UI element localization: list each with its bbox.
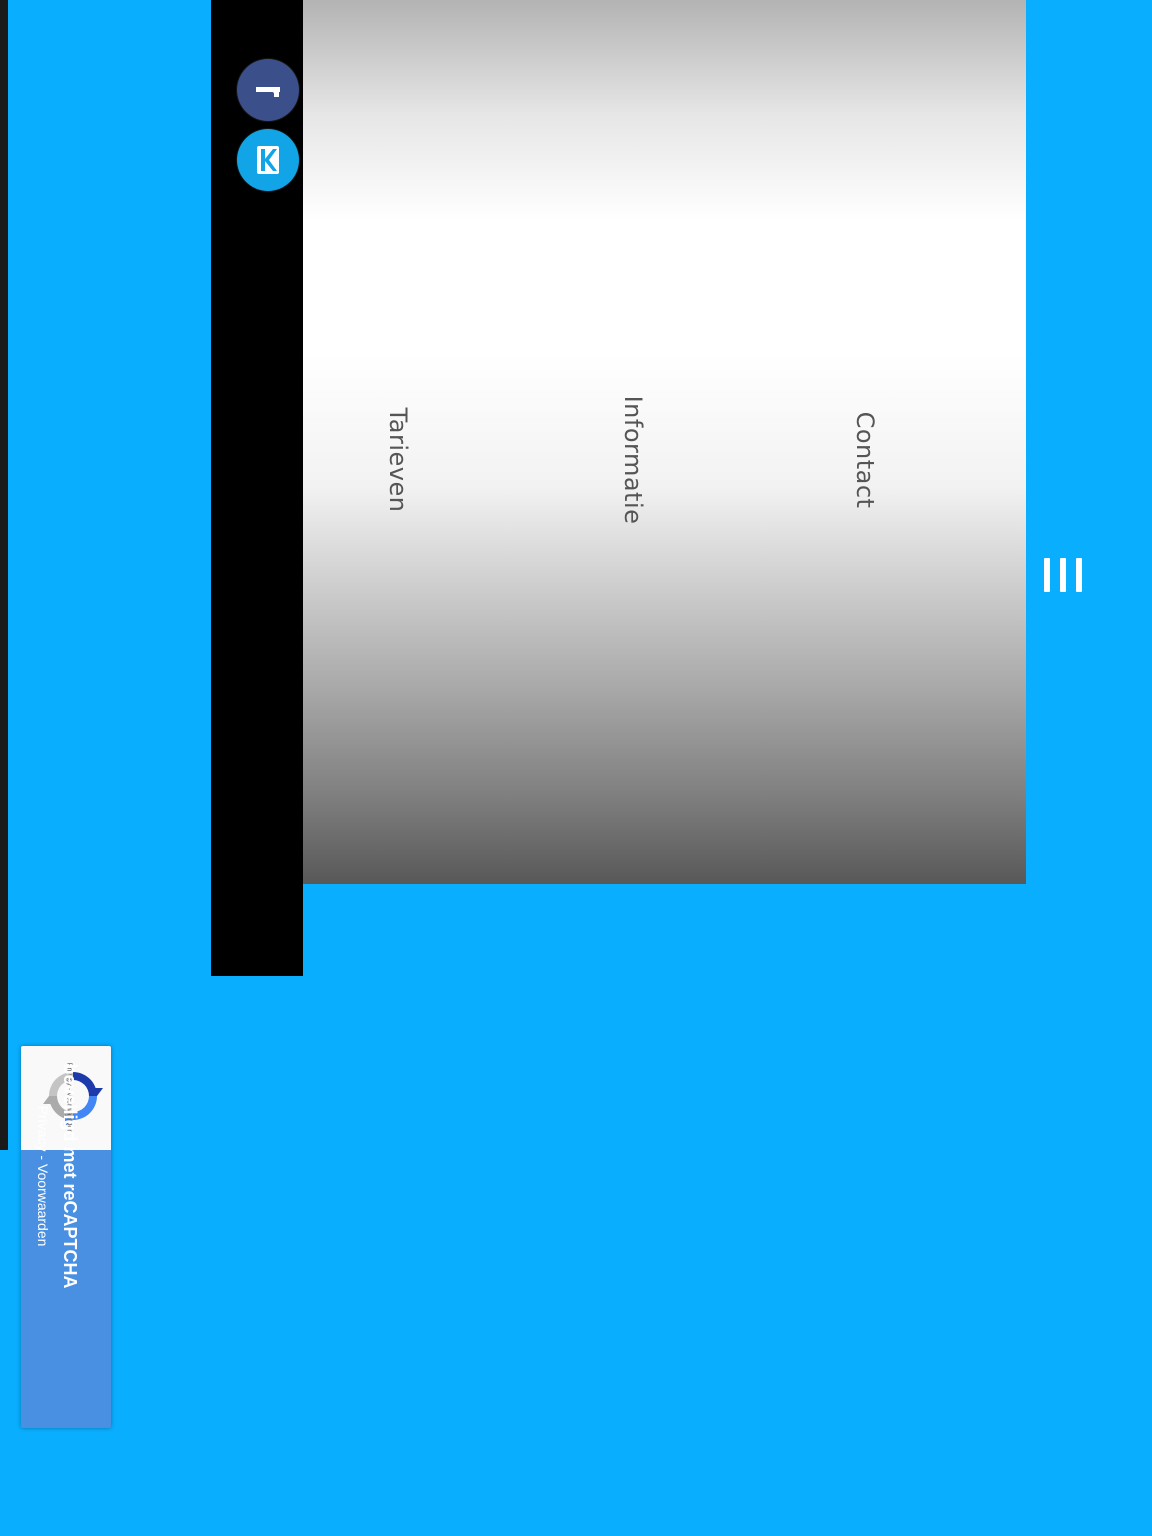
social-button-2[interactable] <box>237 129 299 191</box>
facebook-icon <box>256 87 280 97</box>
recaptcha-title: beveiligd met reCAPTCHA <box>60 1063 80 1289</box>
menu-bar-1 <box>1044 558 1050 592</box>
recaptcha-badge[interactable]: Privacy - Voorwaarden beveiligd met reCA… <box>21 1046 111 1428</box>
nav-item-tarieven[interactable]: Tarieven <box>384 408 412 513</box>
navigation-panel: Tarieven Informatie Contact <box>303 0 1026 884</box>
facebook-button[interactable] <box>237 59 299 121</box>
left-edge-bar <box>0 0 8 1150</box>
menu-bar-3 <box>1076 558 1082 592</box>
recaptcha-links[interactable]: Privacy - Voorwaarden <box>35 1106 51 1247</box>
hamburger-menu-icon[interactable] <box>1044 556 1082 594</box>
nav-item-informatie[interactable]: Informatie <box>619 396 647 525</box>
nav-item-contact[interactable]: Contact <box>851 412 879 509</box>
social-sidebar <box>211 0 303 976</box>
kontakt-icon <box>257 146 279 174</box>
menu-bar-2 <box>1060 558 1066 592</box>
